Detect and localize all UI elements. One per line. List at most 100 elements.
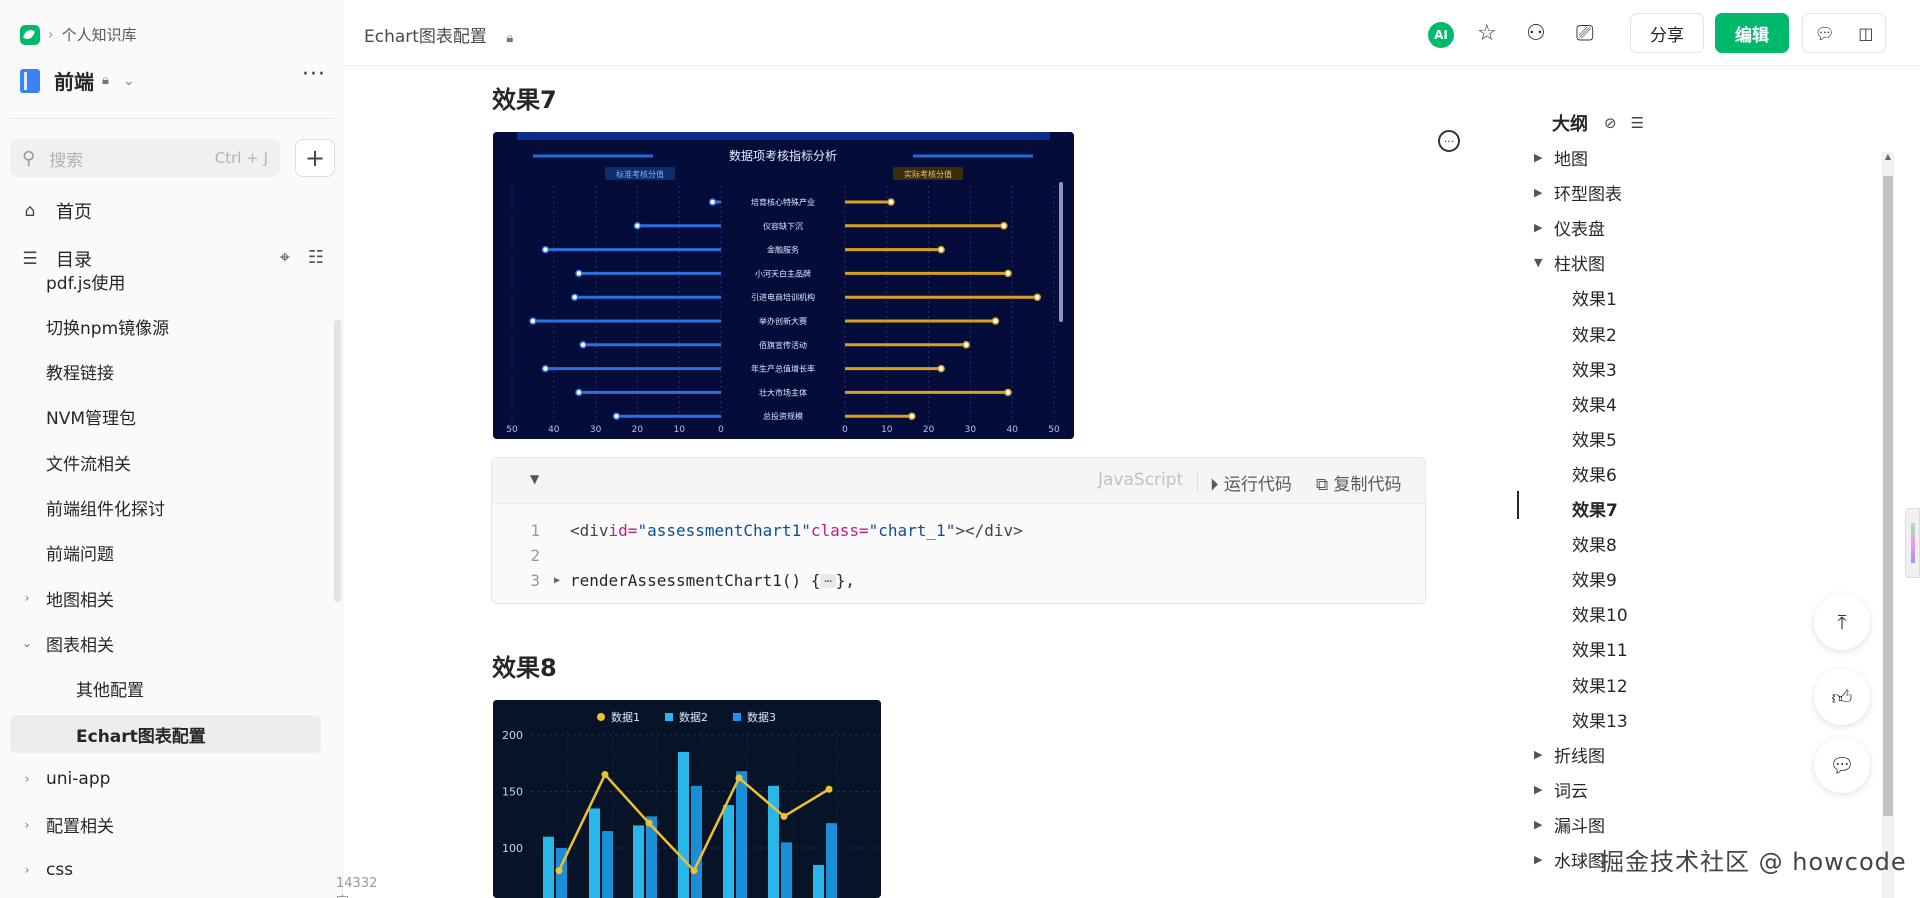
edit-button[interactable]: 编辑 (1715, 13, 1789, 53)
outline-item[interactable]: 效果9 (1572, 566, 1617, 591)
caret-right-icon[interactable]: ▶ (1534, 748, 1548, 761)
run-code-button[interactable]: ⏵ 运行代码 (1210, 470, 1292, 495)
locate-icon[interactable]: ⌖ (280, 247, 290, 268)
nav-catalog-label: 目录 (56, 250, 92, 271)
chevron-right-icon[interactable]: › (18, 863, 36, 877)
outline-item[interactable]: ▶ 地图 (1534, 145, 1588, 170)
chevron-down-icon[interactable]: ⌄ (123, 73, 135, 89)
caret-right-icon[interactable]: ▶ (1534, 853, 1548, 866)
sidebar-toggle-icon[interactable]: ◫ (1858, 24, 1873, 43)
sidebar-scrollbar[interactable] (334, 320, 341, 602)
chart-category-label: 培育核心特殊产业 (751, 197, 815, 207)
repo-header[interactable]: 前端 🔒︎ ⌄ ··· (20, 62, 326, 95)
outline-item[interactable]: 效果6 (1572, 461, 1617, 486)
chart-category-label: 佰旗宣传活动 (759, 340, 807, 350)
outline-item[interactable]: 效果5 (1572, 426, 1617, 451)
tree-item[interactable]: NVM管理包 (0, 398, 334, 436)
nav-catalog[interactable]: ☰ 目录 (20, 246, 92, 272)
tree-item[interactable]: Echart图表配置 (10, 715, 321, 753)
panel-toggle-group: 💬︎ ◫ (1802, 13, 1886, 53)
tree-item[interactable]: 其他配置 (0, 670, 334, 708)
tree-item[interactable]: 切换npm镜像源 (0, 307, 334, 345)
caret-right-icon[interactable]: ▶ (1534, 151, 1548, 164)
outline-item[interactable]: 效果3 (1572, 356, 1617, 381)
caret-right-icon[interactable]: ▶ (1534, 783, 1548, 796)
copy-code-button[interactable]: ⧉ 复制代码 (1316, 470, 1402, 495)
back-to-top-button[interactable]: ⤒ (1814, 594, 1870, 650)
collapse-icon[interactable]: ▼ (530, 472, 539, 486)
comment-bubble-icon[interactable]: ··· (1438, 130, 1460, 152)
outline-item[interactable]: ▶ 仪表盘 (1534, 215, 1605, 240)
outline-item[interactable]: 效果10 (1572, 601, 1628, 626)
outline-item[interactable]: ▼ 柱状图 (1534, 250, 1605, 275)
list-settings-icon[interactable]: ☷ (308, 247, 324, 268)
like-button[interactable]: 👍︎ (1814, 669, 1870, 725)
star-icon[interactable]: ☆ (1477, 21, 1497, 46)
share-button[interactable]: 分享 (1630, 13, 1704, 53)
list-order-icon[interactable]: ☰ (1631, 114, 1644, 132)
chevron-right-icon[interactable]: › (18, 591, 36, 605)
chart-tick-label: 40 (1006, 425, 1018, 435)
chevron-right-icon[interactable]: › (18, 772, 36, 786)
outline-item[interactable]: ▶ 折线图 (1534, 742, 1605, 767)
outline-item[interactable]: ▶ 水球图 (1534, 847, 1605, 872)
comment-button[interactable]: 💬︎ (1814, 737, 1870, 793)
chart-legend-label: 数据3 (747, 710, 776, 724)
expand-fold-icon[interactable]: ▶ (554, 575, 570, 586)
tree-item-label: 教程链接 (46, 364, 114, 385)
scroll-up-icon[interactable]: ▲ (1883, 152, 1893, 164)
outline-item[interactable]: ▶ 词云 (1534, 777, 1588, 802)
add-collaborator-icon[interactable]: ⚇ (1526, 21, 1546, 46)
scrollbar-thumb[interactable] (1883, 176, 1893, 816)
caret-right-icon[interactable]: ▶ (1534, 186, 1548, 199)
tree-item[interactable]: pdf.js使用 (0, 270, 334, 300)
tree-item[interactable]: 教程链接 (0, 353, 334, 391)
chart-point-right (937, 364, 945, 373)
caret-down-icon[interactable]: ▼ (1534, 256, 1548, 269)
page-scrollbar[interactable]: ▲ (1882, 152, 1894, 898)
chart-point-right (1004, 269, 1012, 278)
outline-item[interactable]: ▶ 漏斗图 (1534, 812, 1605, 837)
more-icon[interactable]: ··· (302, 62, 326, 87)
code-token: renderAssessmentChart1() { (570, 571, 821, 590)
folded-code[interactable]: ⋯ (820, 573, 836, 588)
caret-right-icon[interactable]: ▶ (1534, 818, 1548, 831)
outline-item[interactable]: 效果7 (1572, 496, 1618, 521)
outline-item[interactable]: 效果8 (1572, 531, 1617, 556)
outline-item[interactable]: 效果4 (1572, 391, 1617, 416)
outline-item[interactable]: 效果1 (1572, 285, 1617, 310)
tree-item[interactable]: 前端问题 (0, 534, 334, 572)
outline-item-label: 环型图表 (1554, 185, 1622, 206)
eye-off-icon[interactable]: ⊘ (1604, 114, 1617, 132)
outline-item[interactable]: 效果2 (1572, 321, 1617, 346)
chart-category-label: 引进电商培训机构 (751, 292, 815, 302)
lock-icon: 🔒︎ (506, 31, 514, 46)
side-widget[interactable] (1905, 508, 1920, 578)
outline-item[interactable]: 效果11 (1572, 636, 1628, 661)
present-icon[interactable]: ⎚ (1576, 21, 1594, 46)
chevron-down-icon[interactable]: ⌄ (18, 636, 36, 650)
tree-item[interactable]: 文件流相关 (0, 443, 334, 481)
search-input[interactable]: ⚲ 搜索 Ctrl + J (10, 139, 280, 177)
outline-item[interactable]: ▶ 环型图表 (1534, 180, 1622, 205)
watermark: 掘金技术社区 @ howcode (1600, 848, 1907, 876)
tree-item[interactable]: › 地图相关 (0, 579, 334, 617)
chart-legend-marker (597, 713, 605, 721)
comment-icon: 💬︎ (1829, 753, 1855, 777)
code-language[interactable]: JavaScript (1098, 470, 1183, 490)
tree-item[interactable]: › 配置相关 (0, 806, 334, 844)
tree-item[interactable]: 前端组件化探讨 (0, 489, 334, 527)
add-button[interactable]: + (295, 139, 335, 177)
comment-icon[interactable]: 💬︎ (1815, 24, 1835, 43)
tree-item[interactable]: › css (0, 851, 334, 889)
tree-item[interactable]: ⌄ 图表相关 (0, 624, 334, 662)
nav-home[interactable]: ⌂ 首页 (20, 198, 92, 224)
chevron-right-icon[interactable]: › (18, 818, 36, 832)
outline-item[interactable]: 效果13 (1572, 707, 1628, 732)
caret-right-icon[interactable]: ▶ (1534, 221, 1548, 234)
outline-item-label: 效果3 (1572, 360, 1617, 381)
breadcrumb[interactable]: › 个人知识库 (20, 24, 137, 45)
tree-item[interactable]: › uni-app (0, 760, 334, 798)
ai-button[interactable]: AI (1428, 22, 1454, 48)
outline-item[interactable]: 效果12 (1572, 672, 1628, 697)
